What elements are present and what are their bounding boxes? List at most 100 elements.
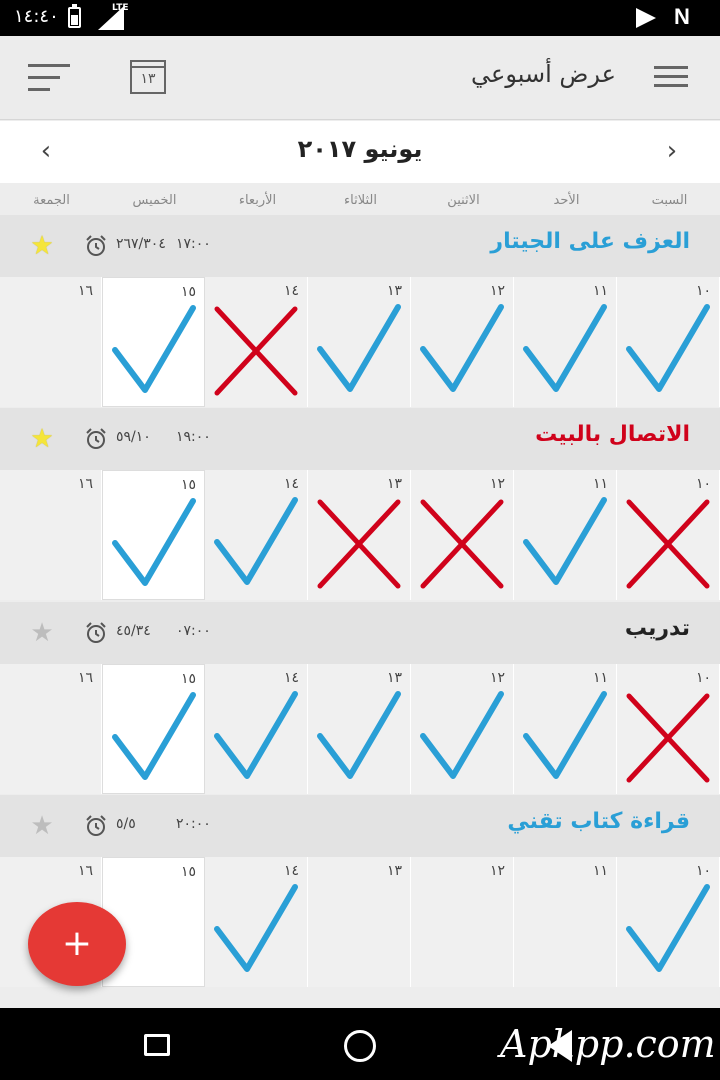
day-cell[interactable]: ١٥	[102, 470, 205, 600]
alarm-clock-icon[interactable]	[84, 814, 108, 838]
day-cell[interactable]: ١٦	[0, 277, 102, 407]
day-number: ١٠	[695, 670, 711, 686]
sort-icon[interactable]	[28, 64, 70, 92]
cross-mark-icon	[626, 499, 710, 589]
calendar-icon[interactable]: ١٣	[130, 60, 166, 94]
day-number: ١٣	[386, 283, 402, 299]
check-mark-icon	[317, 304, 401, 392]
day-number: ١١	[592, 283, 608, 299]
alarm-clock-icon[interactable]	[84, 621, 108, 645]
day-number: ١٢	[489, 283, 505, 299]
status-bar: ١٤:٤٠ LTE N	[0, 0, 720, 36]
alarm-clock-icon[interactable]	[84, 234, 108, 258]
check-mark-icon	[317, 304, 401, 392]
habit-name[interactable]: تدريب	[625, 616, 690, 641]
check-mark-icon	[112, 498, 196, 586]
day-number: ١٢	[489, 476, 505, 492]
weekday-label: الأحد	[553, 193, 580, 208]
day-number: ١٤	[283, 476, 299, 492]
check-mark-icon	[214, 691, 298, 779]
habit-time: ٠٧:٠٠	[176, 623, 211, 639]
check-mark-icon	[214, 497, 298, 585]
check-mark-icon	[420, 304, 504, 392]
day-cell[interactable]: ١٠	[617, 277, 720, 407]
day-number: ١١	[592, 670, 608, 686]
check-mark-icon	[317, 691, 401, 779]
day-cell[interactable]: ١٣	[308, 664, 411, 794]
day-cell[interactable]: ١٣	[308, 857, 411, 987]
day-number: ١٠	[695, 476, 711, 492]
weekday-label: السبت	[651, 193, 688, 208]
habit-header: ★ ٢٦٧/٣٠٤ ١٧:٠٠ العزف على الجيتار	[0, 215, 720, 277]
app-bar: ١٣ عرض أسبوعي	[0, 36, 720, 120]
alarm-clock-icon[interactable]	[84, 427, 108, 451]
star-icon[interactable]: ★	[28, 619, 56, 647]
habit-week-grid: ١٠ ١١ ١٢ ١٣ ١٤ ١٥ ١٦	[0, 664, 720, 794]
habit-time: ٢٠:٠٠	[176, 816, 211, 832]
day-number: ١٦	[77, 476, 93, 492]
day-number: ١٠	[695, 863, 711, 879]
check-mark-icon	[317, 691, 401, 779]
day-cell[interactable]: ١٦	[0, 470, 102, 600]
day-cell[interactable]: ١١	[514, 277, 617, 407]
check-mark-icon	[626, 304, 710, 392]
day-cell[interactable]: ١٢	[411, 857, 514, 987]
day-number: ١٣	[386, 476, 402, 492]
habit-week-grid: ١٠ ١١ ١٢ ١٣ ١٤ ١٥ ١٦	[0, 470, 720, 600]
star-icon[interactable]: ★	[28, 425, 56, 453]
day-number: ١٢	[489, 863, 505, 879]
check-mark-icon	[214, 884, 298, 972]
check-mark-icon	[523, 691, 607, 779]
month-header: ‹ يونيو ٢٠١٧ ›	[0, 121, 720, 183]
check-mark-icon	[523, 497, 607, 585]
check-mark-icon	[523, 691, 607, 779]
day-cell[interactable]: ١١	[514, 664, 617, 794]
day-cell[interactable]: ١٢	[411, 277, 514, 407]
weekday-label: الأربعاء	[238, 193, 277, 208]
day-number: ١٣	[386, 670, 402, 686]
check-mark-icon	[112, 692, 196, 780]
day-cell[interactable]: ١٤	[205, 470, 308, 600]
day-cell[interactable]: ١٤	[205, 857, 308, 987]
star-icon[interactable]: ★	[28, 812, 56, 840]
day-cell[interactable]: ١٠	[617, 470, 720, 600]
check-mark-icon	[214, 497, 298, 585]
cross-mark-icon	[214, 306, 298, 396]
day-cell[interactable]: ١٠	[617, 857, 720, 987]
calendar-day-number: ١٣	[140, 71, 156, 87]
day-cell[interactable]: ١٣	[308, 470, 411, 600]
day-number: ١١	[592, 863, 608, 879]
star-icon[interactable]: ★	[28, 232, 56, 260]
day-cell[interactable]: ١٢	[411, 664, 514, 794]
cross-mark-icon	[420, 499, 504, 589]
day-cell[interactable]: ١٤	[205, 277, 308, 407]
cross-mark-icon	[626, 693, 710, 783]
home-icon[interactable]	[344, 1030, 376, 1062]
habit-header: ★ ٤٥/٣٤ ٠٧:٠٠ تدريب	[0, 602, 720, 664]
network-type: LTE	[112, 3, 129, 13]
day-cell[interactable]: ١٥	[102, 277, 205, 407]
recents-icon[interactable]	[144, 1034, 170, 1056]
add-habit-button[interactable]: +	[28, 902, 126, 986]
day-cell[interactable]: ١٠	[617, 664, 720, 794]
habit-name[interactable]: قراءة كتاب تقني	[507, 809, 690, 834]
menu-icon[interactable]	[654, 66, 688, 88]
check-mark-icon	[420, 691, 504, 779]
habit-name[interactable]: العزف على الجيتار	[490, 229, 690, 254]
day-cell[interactable]: ١١	[514, 470, 617, 600]
day-cell[interactable]: ١٢	[411, 470, 514, 600]
chevron-right-icon[interactable]: ›	[656, 135, 688, 167]
day-number: ١٤	[283, 283, 299, 299]
day-number: ١٥	[180, 284, 196, 300]
habit-name[interactable]: الاتصال بالبيت	[535, 422, 690, 447]
day-number: ١١	[592, 476, 608, 492]
day-cell[interactable]: ١٣	[308, 277, 411, 407]
day-cell[interactable]: ١٥	[102, 664, 205, 794]
weekday-label: الثلاثاء	[344, 193, 377, 208]
check-mark-icon	[523, 304, 607, 392]
day-cell[interactable]: ١٤	[205, 664, 308, 794]
day-cell[interactable]: ١٦	[0, 664, 102, 794]
habit-count: ٤٥/٣٤	[116, 623, 151, 639]
habit-time: ١٩:٠٠	[176, 429, 211, 445]
day-cell[interactable]: ١١	[514, 857, 617, 987]
